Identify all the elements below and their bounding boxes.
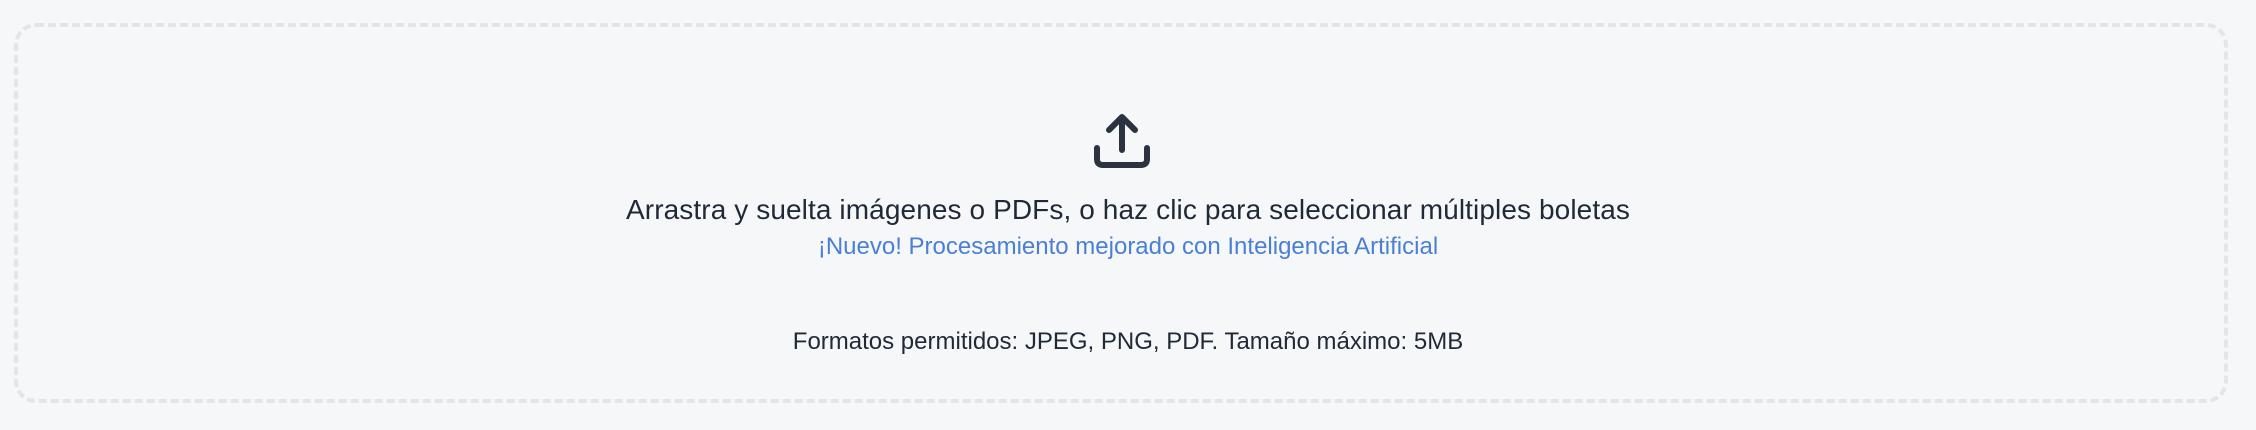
upload-page: Arrastra y suelta imágenes o PDFs, o haz… bbox=[0, 0, 2256, 430]
dropzone-instruction: Arrastra y suelta imágenes o PDFs, o haz… bbox=[626, 194, 1630, 225]
ai-feature-notice: ¡Nuevo! Procesamiento mejorado con Intel… bbox=[817, 233, 1439, 260]
upload-icon bbox=[1093, 112, 1151, 170]
allowed-formats-text: Formatos permitidos: JPEG, PNG, PDF. Tam… bbox=[792, 328, 1464, 355]
